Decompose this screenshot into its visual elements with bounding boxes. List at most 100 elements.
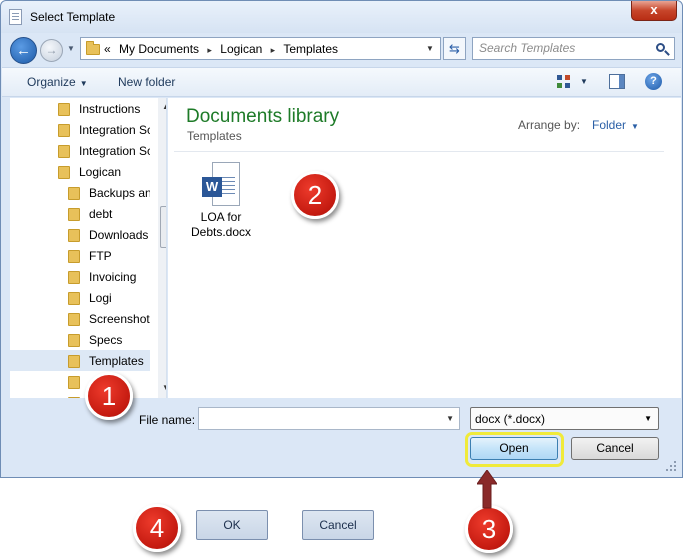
arrange-by-dropdown[interactable]: Folder ▼ [592,118,639,132]
folder-icon [68,334,80,347]
sidebar-item-folder[interactable]: Integration Sc [10,140,150,161]
arrange-by-value: Folder [592,118,627,132]
file-type-select[interactable]: docx (*.docx) ▼ [470,407,659,430]
folder-icon [68,208,80,221]
back-arrow-icon[interactable]: ← [10,37,37,64]
sidebar-item-folder[interactable]: Logican [10,161,150,182]
document-icon [9,9,22,25]
file-type-value: docx (*.docx) [475,412,546,426]
sidebar-item-label: Logi [89,291,112,305]
word-document-icon: W [202,162,240,206]
folder-icon [58,145,70,158]
folder-icon [58,166,70,179]
resize-grip-icon[interactable] [666,461,676,471]
change-view-icon[interactable] [557,75,571,89]
sidebar-item-folder[interactable]: Instructions [10,98,150,119]
sidebar-item-folder[interactable]: Backups an [10,182,150,203]
breadcrumb-separator-icon[interactable]: ▸ [271,45,276,55]
search-input[interactable] [479,41,649,55]
folder-icon [68,292,80,305]
navigation-scrollbar[interactable]: ▲ ▼ [158,98,166,398]
sidebar-item-folder[interactable]: Specs [10,329,150,350]
scroll-up-icon[interactable]: ▲ [162,102,166,111]
cancel-button[interactable]: Cancel [571,437,659,460]
sidebar-item-folder[interactable]: Templates [10,350,150,371]
word-badge: W [202,177,222,197]
chevron-down-icon: ▼ [631,122,639,131]
sidebar-item-folder[interactable]: debt [10,203,150,224]
sidebar-item-label: debt [89,207,113,221]
search-box[interactable] [472,37,675,60]
sidebar-item-label: Logican [79,165,122,179]
sidebar-item-folder[interactable]: Integration Sc [10,119,150,140]
sidebar-item-label: Specs [89,333,123,347]
arrange-by-label: Arrange by: [518,118,581,132]
forward-arrow-icon[interactable]: → [40,39,63,62]
sidebar-item-label: Templates [89,354,144,368]
folder-icon [58,103,70,116]
sidebar-item-label: Downloads [89,228,149,242]
breadcrumb-logican[interactable]: Logican [220,42,262,56]
search-icon[interactable] [656,43,665,52]
help-icon[interactable]: ? [645,73,662,90]
library-subtitle: Templates [187,129,242,143]
pointer-arrow-icon [477,470,497,509]
sidebar-item-folder[interactable]: Logi [10,287,150,308]
open-button[interactable]: Open [470,437,558,460]
file-name-field[interactable]: ▼ [198,407,460,430]
sidebar-item-label: FTP [89,249,112,263]
chevron-down-icon: ▼ [79,79,88,88]
ok-button[interactable]: OK [196,510,268,540]
breadcrumb-templates[interactable]: Templates [283,42,338,56]
library-title: Documents library [186,106,340,127]
sidebar-item-folder[interactable]: Screenshot [10,308,150,329]
sidebar-item-label: Screenshot [89,312,150,326]
sidebar-item-label: Integration Sc [79,123,150,137]
command-toolbar: Organize ▼ New folder ▼ ? [2,67,681,97]
scrollbar-thumb[interactable] [160,206,166,248]
refresh-icon[interactable]: ⇆ [443,37,466,60]
folder-icon [68,313,80,326]
folder-icon [68,376,80,389]
preview-pane-icon[interactable] [609,74,625,89]
view-options-dropdown-icon[interactable]: ▼ [580,77,588,86]
callout-3: 3 [465,505,513,553]
recent-pages-dropdown-icon[interactable]: ▼ [66,44,76,54]
file-name-dropdown-icon[interactable]: ▼ [446,414,454,423]
new-folder-button[interactable]: New folder [118,75,175,89]
file-name-line-2: Debts.docx [190,225,252,239]
address-dropdown-icon[interactable]: ▼ [426,44,434,53]
outer-cancel-button[interactable]: Cancel [302,510,374,540]
window-title: Select Template [30,10,116,24]
chevron-down-icon: ▼ [644,414,652,423]
callout-2: 2 [291,171,339,219]
breadcrumb-overflow[interactable]: « [104,42,111,56]
sidebar-item-label: Integration Sc [79,144,150,158]
callout-1: 1 [85,372,133,420]
folder-icon [68,187,80,200]
organize-button[interactable]: Organize ▼ [27,75,88,89]
divider [174,151,664,152]
file-list-pane[interactable]: Documents library Templates Arrange by: … [168,98,681,398]
title-bar[interactable]: Select Template x [1,1,682,33]
sidebar-item-folder[interactable]: Downloads [10,224,150,245]
sidebar-item-label: Backups an [89,186,150,200]
sidebar-item-folder[interactable]: FTP [10,245,150,266]
sidebar-item-label: Instructions [79,102,141,116]
address-bar[interactable]: « My Documents ▸ Logican ▸ Templates ▼ [80,37,441,60]
folder-icon [68,271,80,284]
folder-icon [86,41,100,55]
file-item[interactable]: W LOA for Debts.docx [186,162,256,240]
breadcrumb-separator-icon[interactable]: ▸ [207,45,212,55]
folder-icon [68,229,80,242]
navigation-pane: Instructions Integration Sc Integration Sc… [10,98,167,398]
sidebar-item-folder[interactable]: Invoicing [10,266,150,287]
folder-icon [58,124,70,137]
organize-label: Organize [27,75,76,89]
breadcrumb-my-documents[interactable]: My Documents [119,42,199,56]
breadcrumb: « My Documents ▸ Logican ▸ Templates [104,42,343,56]
file-name-line-1: LOA for [200,210,242,224]
scroll-down-icon[interactable]: ▼ [162,383,166,392]
folder-icon [68,355,80,368]
close-button[interactable]: x [631,1,677,21]
